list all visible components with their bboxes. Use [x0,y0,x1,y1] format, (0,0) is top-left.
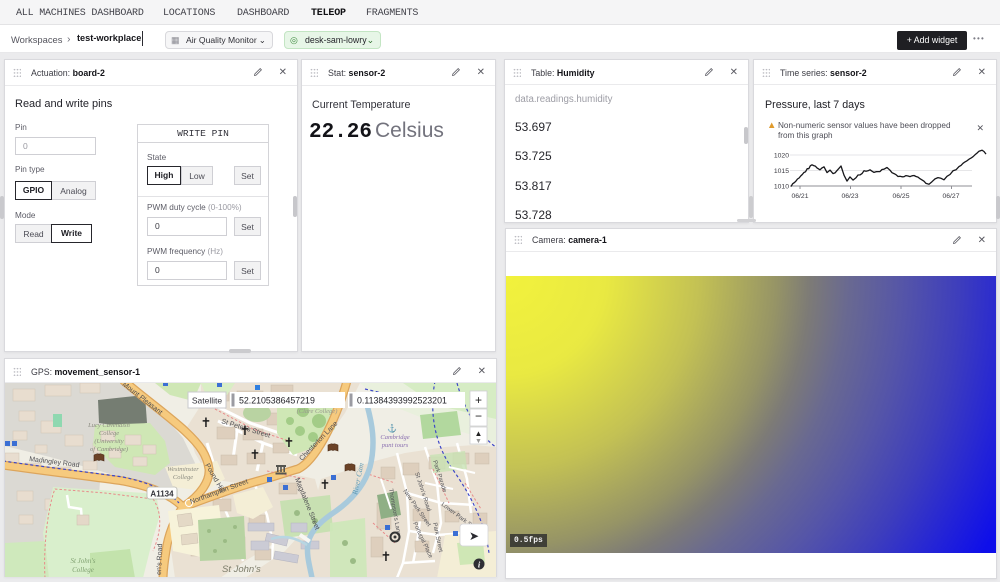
svg-text:06/21: 06/21 [791,193,808,200]
svg-text:✝: ✝ [240,423,251,438]
svg-text:Lucy Cavendish: Lucy Cavendish [87,422,130,429]
svg-text:06/25: 06/25 [892,193,909,200]
svg-text:1020: 1020 [774,153,789,160]
svg-text:en's Road: en's Road [156,543,164,575]
svg-text:A1134: A1134 [150,490,174,499]
svg-text:St John's: St John's [222,564,261,575]
svg-text:1015: 1015 [774,168,789,175]
svg-text:+: + [475,393,482,407]
svg-text:⚓: ⚓ [387,423,397,433]
svg-text:−: − [475,409,482,423]
svg-text:Cambridge: Cambridge [380,434,409,441]
svg-text:✝: ✝ [284,435,295,450]
svg-text:College: College [173,474,193,481]
svg-text:06/27: 06/27 [942,193,959,200]
svg-text:➤: ➤ [469,529,479,543]
svg-text:0.11384393992523201: 0.11384393992523201 [357,396,447,406]
svg-text:of Cambridge): of Cambridge) [90,446,128,453]
svg-text:▲: ▲ [475,429,483,438]
svg-text:▼: ▼ [475,438,482,445]
svg-text:Satellite: Satellite [192,396,223,406]
svg-text:✝: ✝ [201,415,212,430]
svg-text:(Clare College): (Clare College) [297,408,338,415]
svg-text:✝: ✝ [381,549,392,564]
svg-text:✝: ✝ [250,447,261,462]
svg-text:1010: 1010 [774,184,789,191]
svg-text:(University: (University [94,438,123,445]
svg-text:punt tours: punt tours [381,442,409,449]
svg-text:06/23: 06/23 [841,193,858,200]
svg-text:✝: ✝ [320,477,331,492]
svg-text:Westminster: Westminster [167,466,199,473]
svg-text:College: College [99,430,119,437]
svg-text:52.2105386457219: 52.2105386457219 [239,396,315,406]
svg-text:College: College [72,566,94,574]
svg-text:St John's: St John's [70,557,95,565]
